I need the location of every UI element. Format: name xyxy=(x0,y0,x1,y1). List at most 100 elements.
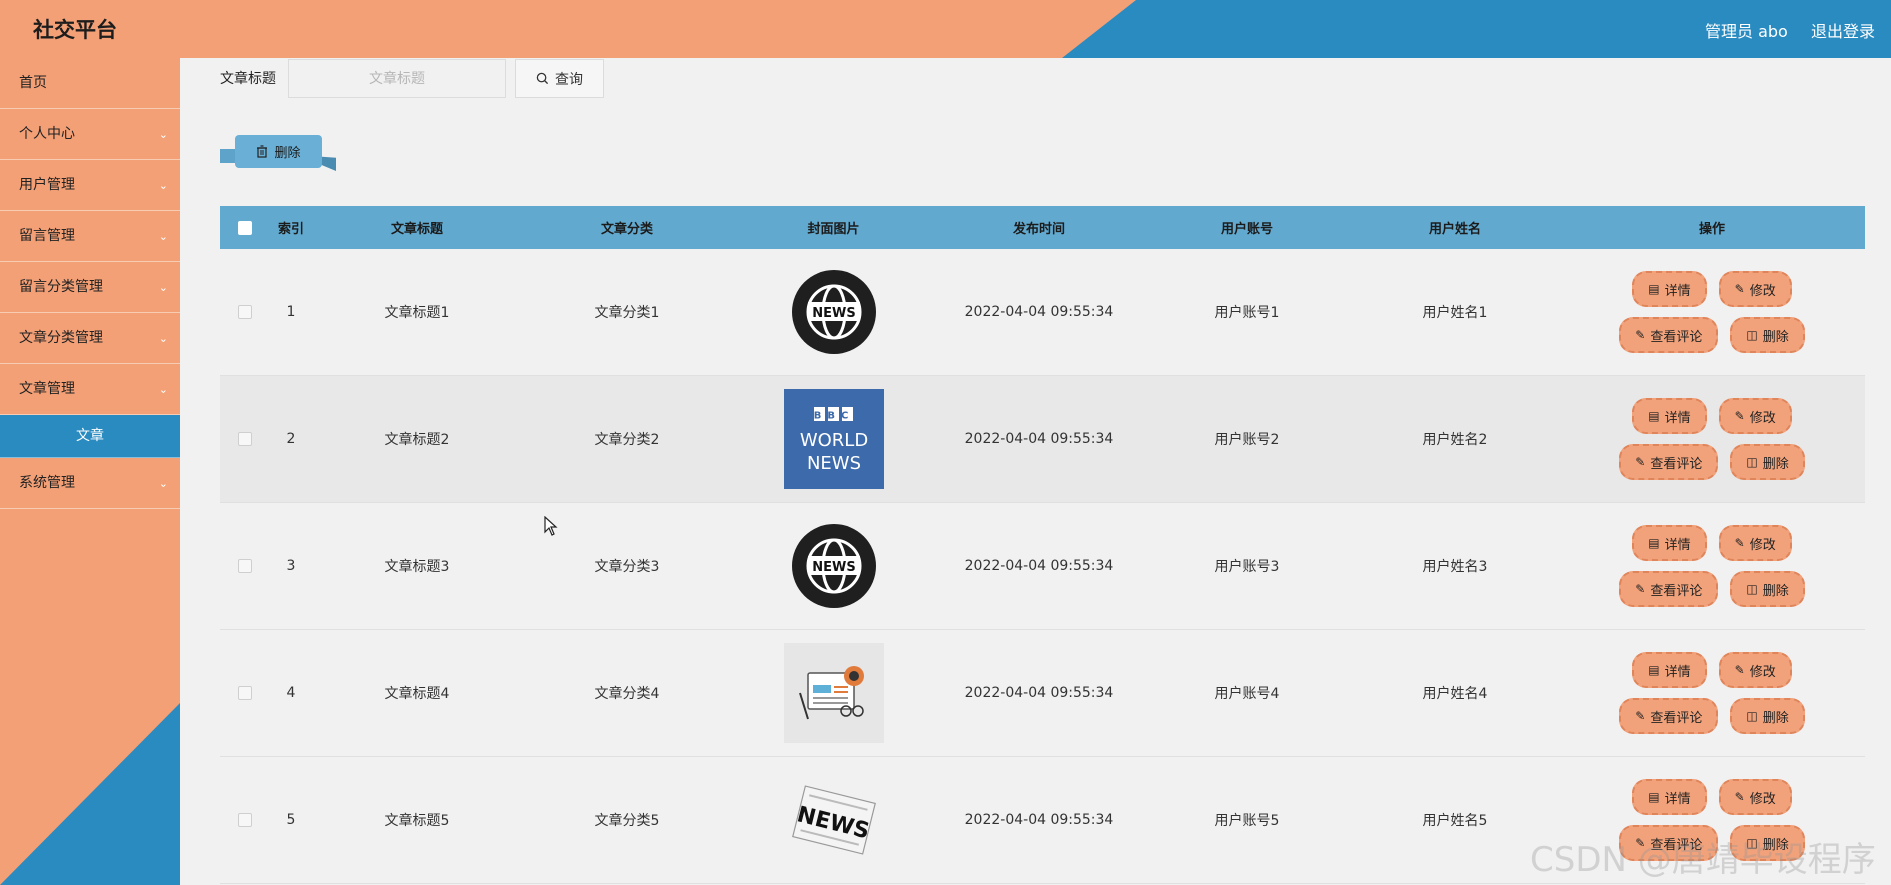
cell-index: 2 xyxy=(286,431,296,447)
edit-label: 修改 xyxy=(1749,283,1776,299)
cell-account: 用户账号1 xyxy=(1214,305,1280,321)
trash-icon xyxy=(257,145,268,158)
sidebar-item-label: 用户管理 xyxy=(19,177,75,193)
edit-button[interactable]: ✎ 修改 xyxy=(1718,271,1792,307)
sidebar-item-label: 文章分类管理 xyxy=(19,330,103,346)
detail-label: 详情 xyxy=(1664,664,1691,680)
delete-label: 删除 xyxy=(1762,583,1789,599)
detail-button[interactable]: ▤ 详情 xyxy=(1632,652,1707,688)
edit-button[interactable]: ✎ 修改 xyxy=(1718,779,1792,815)
header-orange-band xyxy=(0,0,1136,58)
sidebar-item-user-management[interactable]: 用户管理 ⌄ xyxy=(0,160,180,211)
row-checkbox[interactable] xyxy=(238,813,252,827)
cell-account: 用户账号2 xyxy=(1214,432,1280,448)
chevron-down-icon: ⌄ xyxy=(158,383,168,396)
edit-icon: ✎ xyxy=(1734,409,1745,423)
cell-name: 用户姓名1 xyxy=(1422,305,1488,321)
delete-button[interactable]: ◫ 删除 xyxy=(1730,317,1805,353)
edit-button[interactable]: ✎ 修改 xyxy=(1718,525,1792,561)
view-comments-button[interactable]: ✎ 查看评论 xyxy=(1619,571,1719,607)
bulk-delete-label: 删除 xyxy=(274,146,301,161)
table-row: 4 文章标题4 文章分类4 2022-04-04 09:55:34 用户账号4 … xyxy=(220,630,1865,757)
edit-icon: ✎ xyxy=(1734,663,1745,677)
article-table: 索引 文章标题 文章分类 封面图片 发布时间 用户账号 用户姓名 操作 1 文章… xyxy=(220,206,1865,884)
view-comments-label: 查看评论 xyxy=(1650,456,1703,472)
select-all-checkbox[interactable] xyxy=(238,220,252,235)
view-comments-button[interactable]: ✎ 查看评论 xyxy=(1619,698,1719,734)
row-checkbox[interactable] xyxy=(238,305,252,319)
table-row: 1 文章标题1 文章分类1 NEWS 2022-04-04 09:55:34 用… xyxy=(220,249,1865,376)
delete-button[interactable]: ◫ 删除 xyxy=(1730,571,1805,607)
cell-category: 文章分类4 xyxy=(594,686,660,702)
sidebar-item-label: 个人中心 xyxy=(19,126,75,142)
cover-image-news-globe: NEWS xyxy=(784,516,884,616)
sidebar-item-system-management[interactable]: 系统管理 ⌄ xyxy=(0,458,180,509)
sidebar-item-label: 系统管理 xyxy=(19,475,75,491)
document-icon: ▤ xyxy=(1648,282,1660,296)
delete-button[interactable]: ◫ 删除 xyxy=(1730,444,1805,480)
sidebar-item-message-management[interactable]: 留言管理 ⌄ xyxy=(0,211,180,262)
cell-title: 文章标题4 xyxy=(384,686,450,702)
search-label: 文章标题 xyxy=(220,71,276,87)
cell-account: 用户账号4 xyxy=(1214,686,1280,702)
cell-name: 用户姓名3 xyxy=(1422,559,1488,575)
chevron-down-icon: ⌄ xyxy=(158,230,168,243)
detail-button[interactable]: ▤ 详情 xyxy=(1632,398,1707,434)
search-input[interactable] xyxy=(288,59,506,98)
cell-name: 用户姓名2 xyxy=(1422,432,1488,448)
edit-button[interactable]: ✎ 修改 xyxy=(1718,398,1792,434)
sidebar-item-article-category[interactable]: 文章分类管理 ⌄ xyxy=(0,313,180,364)
detail-label: 详情 xyxy=(1664,791,1691,807)
cell-index: 1 xyxy=(286,304,296,320)
sidebar-item-label: 文章管理 xyxy=(19,381,75,397)
cover-image-news-globe: NEWS xyxy=(784,262,884,362)
search-button[interactable]: 查询 xyxy=(515,59,604,98)
cell-account: 用户账号5 xyxy=(1214,813,1280,829)
cover-image-bbc-world-news: BBC WORLD NEWS xyxy=(783,389,884,489)
edit-button[interactable]: ✎ 修改 xyxy=(1718,652,1792,688)
detail-button[interactable]: ▤ 详情 xyxy=(1632,271,1707,307)
app-title: 社交平台 xyxy=(33,18,117,42)
edit-icon: ✎ xyxy=(1734,536,1745,550)
column-header: 文章标题 xyxy=(390,222,443,237)
cell-time: 2022-04-04 09:55:34 xyxy=(964,812,1114,828)
sidebar-subitem-article[interactable]: 文章 xyxy=(0,415,180,458)
edit-label: 修改 xyxy=(1749,537,1776,553)
document-icon: ▤ xyxy=(1648,790,1660,804)
cover-image-newspaper-illustration xyxy=(783,643,884,743)
delete-button[interactable]: ◫ 删除 xyxy=(1730,698,1805,734)
row-checkbox[interactable] xyxy=(238,432,252,446)
cover-image-news-paper: NEWS xyxy=(784,770,884,870)
detail-button[interactable]: ▤ 详情 xyxy=(1632,525,1707,561)
delete-label: 删除 xyxy=(1762,710,1789,726)
cell-time: 2022-04-04 09:55:34 xyxy=(964,431,1114,447)
chevron-down-icon: ⌄ xyxy=(158,281,168,294)
column-header: 操作 xyxy=(1698,222,1725,237)
sidebar-item-label: 首页 xyxy=(19,75,47,91)
delete-label: 删除 xyxy=(1762,329,1789,345)
logout-link[interactable]: 退出登录 xyxy=(1811,18,1875,42)
bulk-delete-button[interactable]: 删除 xyxy=(235,135,322,168)
edit-label: 修改 xyxy=(1749,791,1776,807)
table-row: 2 文章标题2 文章分类2 BBC WORLD NEWS 2022-04-04 09… xyxy=(220,376,1865,503)
trash-icon: ◫ xyxy=(1746,709,1758,723)
detail-button[interactable]: ▤ 详情 xyxy=(1632,779,1707,815)
sidebar-item-personal-center[interactable]: 个人中心 ⌄ xyxy=(0,109,180,160)
column-header: 发布时间 xyxy=(1012,222,1065,237)
row-checkbox[interactable] xyxy=(238,686,252,700)
sidebar-item-home[interactable]: 首页 xyxy=(0,58,180,109)
mouse-cursor-icon xyxy=(544,516,558,536)
view-comments-button[interactable]: ✎ 查看评论 xyxy=(1619,444,1719,480)
cell-time: 2022-04-04 09:55:34 xyxy=(964,304,1114,320)
cell-index: 3 xyxy=(286,558,296,574)
row-checkbox[interactable] xyxy=(238,559,252,573)
chevron-down-icon: ⌄ xyxy=(158,332,168,345)
delete-label: 删除 xyxy=(1762,456,1789,472)
view-comments-button[interactable]: ✎ 查看评论 xyxy=(1619,317,1719,353)
view-comments-label: 查看评论 xyxy=(1650,710,1703,726)
sidebar: 首页 个人中心 ⌄ 用户管理 ⌄ 留言管理 ⌄ 留言分类管理 ⌄ 文章分类管理 ⌄ 文章管… xyxy=(0,58,180,885)
sidebar-item-article-management[interactable]: 文章管理 ⌄ xyxy=(0,364,180,415)
column-header: 用户账号 xyxy=(1220,222,1273,237)
detail-label: 详情 xyxy=(1664,537,1691,553)
sidebar-item-message-category[interactable]: 留言分类管理 ⌄ xyxy=(0,262,180,313)
